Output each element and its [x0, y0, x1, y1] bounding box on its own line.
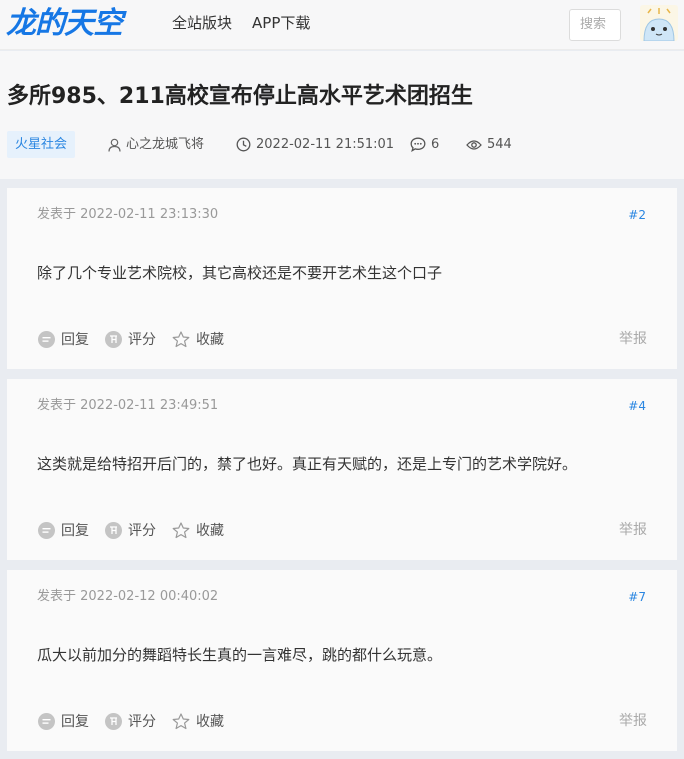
post-card: 发表于 2022-02-11 23:13:30 #2 除了几个专业艺术院校，其它…: [7, 188, 677, 369]
thread-header: 多所985、211高校宣布停止高水平艺术团招生 火星社会 心之龙城飞将 2022…: [0, 51, 684, 179]
rate-button[interactable]: 评分: [105, 520, 156, 540]
reply-label: 回复: [61, 714, 89, 730]
rate-label: 评分: [128, 332, 156, 348]
top-header: 龙的天空 全站版块 APP下载 搜索: [0, 0, 684, 50]
comment-count: 6: [410, 131, 439, 158]
post-actions: 回复 评分 收藏: [38, 711, 240, 731]
rate-icon: [105, 330, 122, 348]
rate-icon: [105, 712, 122, 730]
reply-icon: [38, 712, 55, 730]
floor-number[interactable]: #4: [628, 397, 646, 415]
rate-button[interactable]: 评分: [105, 329, 156, 349]
star-icon: [172, 712, 190, 729]
post-actions: 回复 评分 收藏: [38, 520, 240, 540]
post-card: 发表于 2022-02-11 23:49:51 #4 这类就是给特招开后门的，禁…: [7, 379, 677, 560]
clock-icon: [236, 137, 251, 152]
author[interactable]: 心之龙城飞将: [108, 131, 204, 158]
reply-button[interactable]: 回复: [38, 329, 89, 349]
report-button[interactable]: 举报: [619, 520, 647, 540]
reply-label: 回复: [61, 332, 89, 348]
post-date: 发表于 2022-02-12 00:40:02: [37, 589, 219, 604]
reply-button[interactable]: 回复: [38, 520, 89, 540]
post-time: 2022-02-11 21:51:01: [236, 131, 394, 158]
favorite-label: 收藏: [196, 332, 224, 348]
favorite-button[interactable]: 收藏: [172, 520, 224, 540]
favorite-label: 收藏: [196, 523, 224, 539]
rate-icon: [105, 521, 122, 539]
view-count-value: 544: [487, 137, 512, 152]
post-content: 除了几个专业艺术院校，其它高校还是不要开艺术生这个口子: [37, 264, 443, 282]
post-date: 发表于 2022-02-11 23:49:51: [37, 398, 219, 413]
rate-label: 评分: [128, 714, 156, 730]
nav-item-all-boards[interactable]: 全站版块: [172, 0, 232, 48]
nav-item-app-download[interactable]: APP下载: [252, 0, 310, 48]
thread-meta: 火星社会 心之龙城飞将 2022-02-11 21:51:01 6 544: [7, 131, 677, 158]
avatar[interactable]: [640, 5, 678, 42]
post-card: 发表于 2022-02-12 00:40:02 #7 瓜大以前加分的舞蹈特长生真…: [7, 570, 677, 751]
reply-label: 回复: [61, 523, 89, 539]
star-icon: [172, 521, 190, 538]
board-tag[interactable]: 火星社会: [7, 131, 76, 158]
star-icon: [172, 330, 190, 347]
reply-icon: [38, 521, 55, 539]
post-content: 这类就是给特招开后门的，禁了也好。真正有天赋的，还是上专门的艺术学院好。: [37, 455, 578, 473]
user-icon: [108, 138, 121, 152]
search-input[interactable]: 搜索: [569, 9, 621, 41]
thread-title: 多所985、211高校宣布停止高水平艺术团招生: [7, 84, 473, 109]
page: 龙的天空 全站版块 APP下载 搜索 多所985、211高校宣布停止高水平艺术团…: [0, 0, 684, 759]
report-button[interactable]: 举报: [619, 329, 647, 349]
reply-button[interactable]: 回复: [38, 711, 89, 731]
post-time-value: 2022-02-11 21:51:01: [256, 137, 395, 152]
author-name: 心之龙城飞将: [126, 137, 205, 152]
floor-number[interactable]: #2: [628, 206, 646, 224]
rate-label: 评分: [128, 523, 156, 539]
floor-number[interactable]: #7: [628, 588, 646, 606]
post-date: 发表于 2022-02-11 23:13:30: [37, 207, 219, 222]
post-content: 瓜大以前加分的舞蹈特长生真的一言难尽，跳的都什么玩意。: [37, 646, 443, 664]
eye-icon: [466, 139, 482, 150]
post-actions: 回复 评分 收藏: [38, 329, 240, 349]
favorite-button[interactable]: 收藏: [172, 329, 224, 349]
main-nav: 全站版块 APP下载: [172, 0, 330, 48]
reply-icon: [38, 330, 55, 348]
favorite-label: 收藏: [196, 714, 224, 730]
comment-icon: [410, 137, 426, 152]
favorite-button[interactable]: 收藏: [172, 711, 224, 731]
rate-button[interactable]: 评分: [105, 711, 156, 731]
comment-count-value: 6: [431, 137, 440, 152]
site-logo[interactable]: 龙的天空: [6, 4, 123, 44]
report-button[interactable]: 举报: [619, 711, 647, 731]
view-count: 544: [466, 131, 512, 158]
